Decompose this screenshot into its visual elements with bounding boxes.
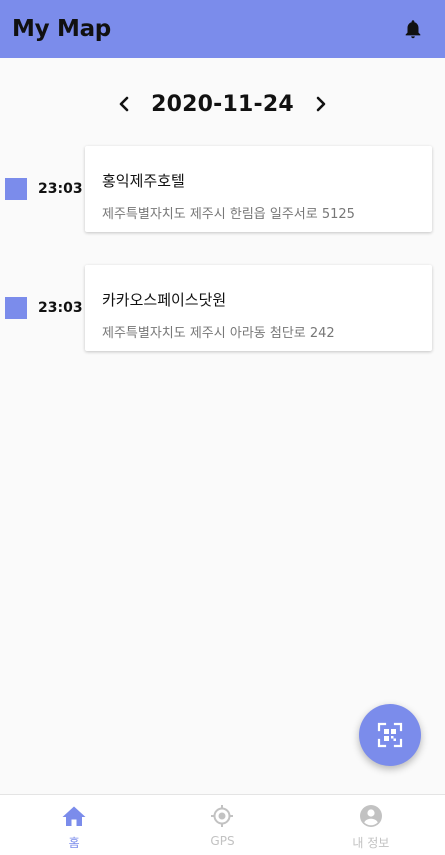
qr-scan-icon: [377, 722, 403, 748]
tab-home[interactable]: 홈: [0, 795, 148, 855]
timeline-entry: 23:03 홍익제주호텔 제주특별자치도 제주시 한림읍 일주서로 5125: [0, 146, 445, 232]
tab-label: 홈: [68, 836, 80, 850]
current-date: 2020-11-24: [151, 91, 294, 117]
bell-icon[interactable]: [401, 17, 425, 41]
qr-scan-button[interactable]: [359, 704, 421, 766]
chevron-left-icon[interactable]: [111, 88, 137, 120]
timeline-entry: 23:03 카카오스페이스닷원 제주특별자치도 제주시 아라동 첨단로 242: [0, 265, 445, 351]
timeline-marker: [5, 297, 27, 319]
place-name: 홍익제주호텔: [102, 172, 185, 190]
date-navigator: 2020-11-24: [0, 84, 445, 124]
entry-time: 23:03: [38, 181, 83, 197]
place-card[interactable]: 홍익제주호텔 제주특별자치도 제주시 한림읍 일주서로 5125: [85, 146, 432, 232]
tab-my-info[interactable]: 내 정보: [297, 795, 445, 855]
app-bar: My Map: [0, 0, 445, 58]
tab-gps[interactable]: GPS: [148, 795, 296, 855]
app-title: My Map: [12, 16, 111, 42]
chevron-right-icon[interactable]: [308, 88, 334, 120]
tab-label: 내 정보: [352, 836, 390, 850]
entry-time: 23:03: [38, 300, 83, 316]
home-icon: [62, 804, 86, 828]
bottom-navigation: 홈 GPS 내 정보: [0, 794, 445, 855]
place-address: 제주특별자치도 제주시 아라동 첨단로 242: [102, 326, 335, 341]
place-address: 제주특별자치도 제주시 한림읍 일주서로 5125: [102, 207, 355, 222]
place-card[interactable]: 카카오스페이스닷원 제주특별자치도 제주시 아라동 첨단로 242: [85, 265, 432, 351]
gps-icon: [210, 804, 234, 828]
tab-label: GPS: [210, 834, 235, 848]
place-name: 카카오스페이스닷원: [102, 291, 227, 309]
account-icon: [359, 804, 383, 828]
timeline-marker: [5, 178, 27, 200]
